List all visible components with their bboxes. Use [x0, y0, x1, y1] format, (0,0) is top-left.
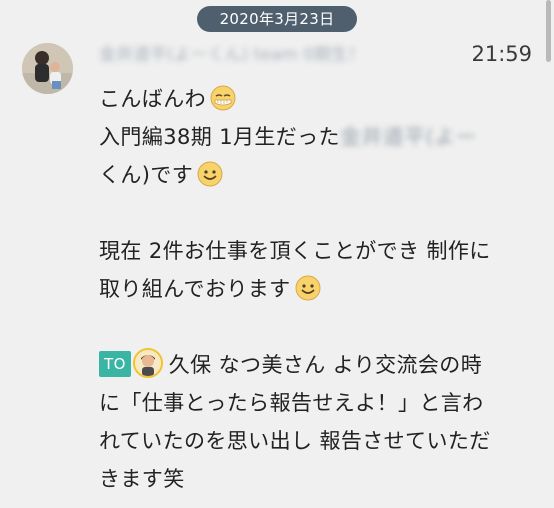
sender-avatar[interactable] [22, 43, 73, 94]
message-line: 現在 2件お仕事を頂くことができ 制作に [99, 232, 539, 270]
message-line: こんばんわ [99, 80, 539, 118]
date-separator: 2020年3月23日 [197, 6, 357, 32]
mention-avatar[interactable] [132, 348, 163, 378]
message-line: 取り組んでおります [99, 270, 539, 308]
message-text: きます笑 [99, 467, 185, 491]
message-line: TO 久保 なつ美さん より交流会の時 [99, 346, 539, 384]
message-time: 21:59 [471, 42, 532, 66]
message-text: くん)です [99, 163, 194, 187]
smiling-face-icon [294, 274, 322, 314]
message-text: 入門編38期 1月生だった [99, 125, 340, 149]
message-text: 現在 2件お仕事を頂くことができ 制作に [99, 239, 491, 263]
smiling-face-icon [196, 160, 224, 200]
message-text: こんばんわ [99, 87, 206, 111]
to-tag: TO [99, 351, 131, 377]
message-text: に「仕事とったら報告せえよ！」と言わ [99, 391, 484, 415]
message-text: 久保 なつ美さん より交流会の時 [168, 353, 483, 377]
message-line: くん)です [99, 156, 539, 194]
message-text: れていたのを思い出し 報告させていただ [99, 429, 491, 453]
avatar-photo [22, 43, 73, 94]
message-text: 取り組んでおります [99, 277, 291, 301]
scrollbar[interactable] [546, 0, 551, 62]
sender-name[interactable]: 金井道平(よーくん) team 0期生！ [99, 38, 429, 72]
message-line: 入門編38期 1月生だった金井道平(よー [99, 118, 539, 156]
message-line: れていたのを思い出し 報告させていただ [99, 422, 539, 460]
message-line: きます笑 [99, 460, 539, 498]
message-line: に「仕事とったら報告せえよ！」と言わ [99, 384, 539, 422]
message-body: こんばんわ 入門編38期 1月生だった金井道平(よー くん)です 現在 2件お仕… [99, 80, 539, 498]
blurred-mention: 金井道平(よー [339, 125, 477, 149]
